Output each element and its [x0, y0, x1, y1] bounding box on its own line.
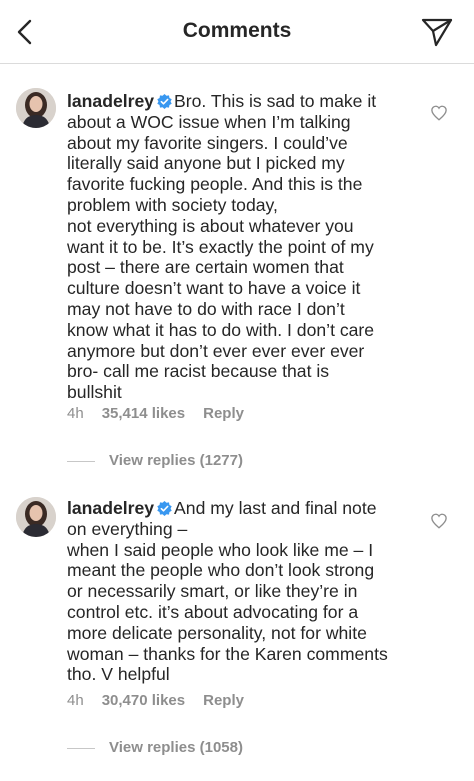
comment-first-line: lanadelrey Bro. This is sad to make it [67, 91, 407, 112]
divider-dash [67, 747, 95, 749]
comment-line: about a WOC issue when I’m talking [67, 111, 351, 132]
comment-likes[interactable]: 35,414 likes [102, 405, 185, 422]
comment-line: culture doesn’t want to have a voice it [67, 278, 361, 299]
comment-line: favorite fucking people. And this is the [67, 174, 363, 195]
comment-time: 4h [67, 692, 84, 709]
paper-plane-icon[interactable] [420, 16, 454, 48]
profile-photo [16, 497, 56, 537]
comment-line: on everything – [67, 518, 188, 539]
view-replies-button[interactable]: View replies (1058) [67, 739, 243, 756]
divider-dash [67, 460, 95, 462]
verified-badge-icon [157, 94, 172, 109]
comment-line: post – there are certain women that [67, 257, 344, 278]
profile-photo [16, 88, 56, 128]
heart-icon[interactable] [430, 512, 448, 530]
avatar[interactable] [16, 497, 56, 537]
comment-line: or necessarily smart, or like they’re in [67, 581, 358, 602]
header-bar: Comments [0, 0, 474, 64]
comment-line: literally said anyone but I picked my [67, 153, 345, 174]
verified-badge-icon [157, 501, 172, 516]
comment-likes[interactable]: 30,470 likes [102, 692, 185, 709]
comment-line: more delicate personality, not for white [67, 622, 367, 643]
comment-line: problem with society today, [67, 194, 278, 215]
view-replies-label: View replies (1058) [109, 739, 243, 756]
avatar[interactable] [16, 88, 56, 128]
comment-line: And my last and final note [174, 498, 377, 518]
view-replies-label: View replies (1277) [109, 452, 243, 469]
comment-line: may not have to do with race I don’t [67, 298, 345, 319]
comment-username[interactable]: lanadelrey [67, 498, 154, 518]
comment-body: lanadelrey Bro. This is sad to make it ab… [67, 91, 407, 403]
comment-first-line: lanadelrey And my last and final note [67, 498, 407, 519]
reply-button[interactable]: Reply [203, 405, 244, 422]
view-replies-button[interactable]: View replies (1277) [67, 452, 243, 469]
comment-line: meant the people who don’t look strong [67, 560, 375, 581]
comment-line: tho. V helpful [67, 664, 170, 685]
comment-username[interactable]: lanadelrey [67, 91, 154, 111]
comment-line: control etc. it’s about advocating for a [67, 601, 359, 622]
comment-time: 4h [67, 405, 84, 422]
comment-meta: 4h 30,470 likes Reply [67, 692, 244, 709]
comment-meta: 4h 35,414 likes Reply [67, 405, 244, 422]
comment-line: bro- call me racist because that is [67, 361, 330, 382]
heart-icon[interactable] [430, 104, 448, 122]
comment-line: know what it has to do with. I don’t car… [67, 319, 375, 340]
comment-line: woman – thanks for the Karen comments [67, 643, 388, 664]
comment-line: Bro. This is sad to make it [174, 91, 377, 111]
reply-button[interactable]: Reply [203, 692, 244, 709]
comment-line: want it to be. It’s exactly the point of… [67, 236, 374, 257]
comment-line: when I said people who look like me – I [67, 539, 374, 560]
comment-line: bullshit [67, 382, 122, 403]
comment-line: anymore but don’t ever ever ever ever [67, 340, 365, 361]
comment-line: about my favorite singers. I could’ve [67, 132, 348, 153]
comment-body: lanadelrey And my last and final note on … [67, 498, 407, 685]
page-title: Comments [182, 19, 292, 42]
comment-line: not everything is about whatever you [67, 215, 354, 236]
